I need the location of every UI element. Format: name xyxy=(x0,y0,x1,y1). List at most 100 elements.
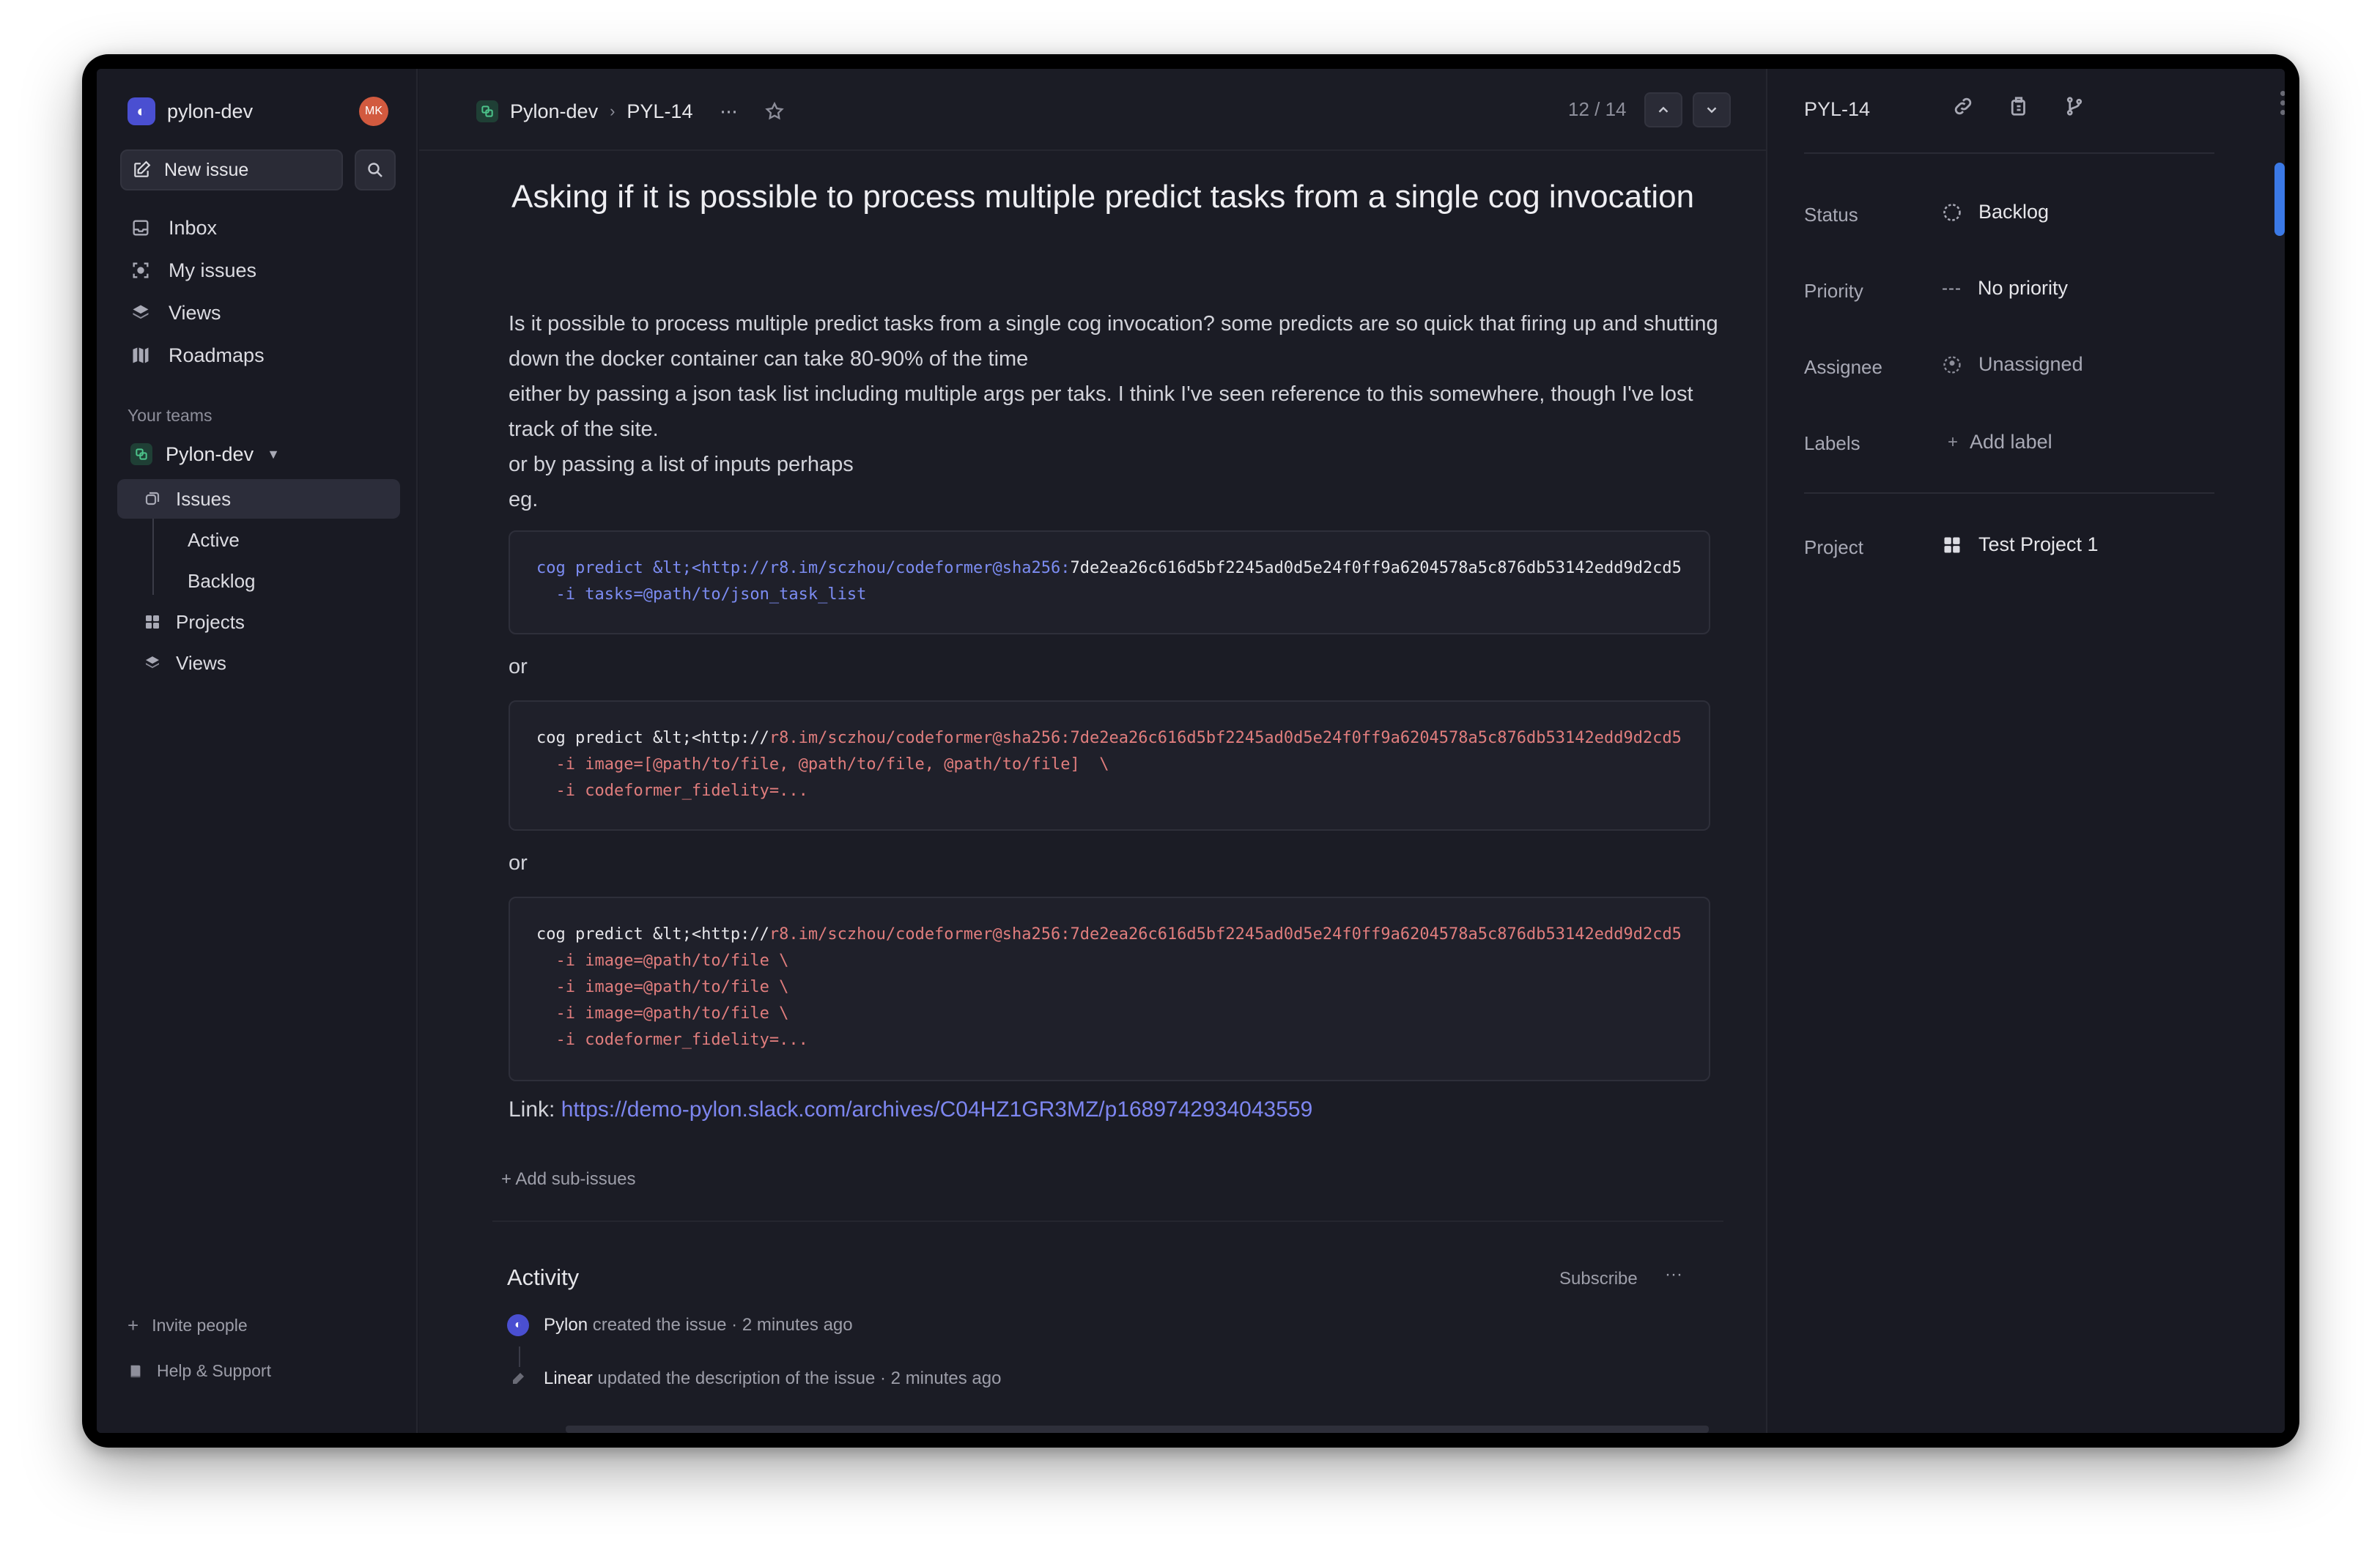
issue-title[interactable]: Asking if it is possible to process mult… xyxy=(511,171,1713,223)
new-issue-button[interactable]: New issue xyxy=(120,149,343,190)
sidebar-item-backlog[interactable]: Backlog xyxy=(117,561,400,601)
activity-heading: Activity xyxy=(507,1264,580,1290)
sidebar-item-team-views[interactable]: Views xyxy=(117,643,400,683)
invite-people-button[interactable]: + Invite people xyxy=(128,1314,248,1337)
breadcrumb-issue-id[interactable]: PYL-14 xyxy=(627,100,692,123)
search-button[interactable] xyxy=(355,149,396,190)
sidebar-item-active[interactable]: Active xyxy=(117,520,400,560)
star-icon[interactable] xyxy=(764,101,785,122)
issue-description[interactable]: Is it possible to process multiple predi… xyxy=(509,306,1725,517)
activity-time: 2 minutes ago xyxy=(890,1368,1002,1388)
sidebar-item-label: Issues xyxy=(176,487,232,510)
code-line: cog predict &lt;<http://r8.im/sczhou/cod… xyxy=(536,555,1709,582)
code-rest: r8.im/sczhou/codeformer@sha256:7de2ea26c… xyxy=(769,729,1682,747)
backlog-status-icon xyxy=(1943,203,1961,221)
sidebar-item-label: Views xyxy=(176,651,226,674)
status-label: Status xyxy=(1804,204,1858,226)
description-paragraph: Is it possible to process multiple predi… xyxy=(509,312,1718,371)
divider xyxy=(1804,492,2214,494)
or-text: or xyxy=(509,851,528,875)
project-text: Test Project 1 xyxy=(1978,533,2099,555)
project-label: Project xyxy=(1804,536,1863,558)
add-sub-issues-button[interactable]: + Add sub-issues xyxy=(501,1169,635,1190)
sidebar-item-inbox[interactable]: Inbox xyxy=(120,207,396,249)
or-text: or xyxy=(509,655,528,678)
sidebar-item-roadmaps[interactable]: Roadmaps xyxy=(120,334,396,377)
my-issues-icon xyxy=(133,262,149,278)
link-row: Link: https://demo-pylon.slack.com/archi… xyxy=(509,1097,1312,1122)
sidebar-item-views[interactable]: Views xyxy=(120,292,396,334)
status-value[interactable]: Backlog xyxy=(1942,201,2049,223)
issue-main: Pylon-dev › PYL-14 ··· 12 / 14 Asking if… xyxy=(419,69,1766,1433)
activity-time: 2 minutes ago xyxy=(742,1315,853,1335)
user-avatar[interactable]: MK xyxy=(359,97,388,126)
sidebar-item-projects[interactable]: Projects xyxy=(117,602,400,642)
code-line: -i image=@path/to/file \ xyxy=(536,1004,789,1023)
code-block-2[interactable]: cog predict &lt;<http://r8.im/sczhou/cod… xyxy=(509,700,1710,831)
priority-text: No priority xyxy=(1977,277,2069,299)
new-issue-label: New issue xyxy=(164,159,249,180)
code-line: -i codeformer_fidelity=... xyxy=(536,782,808,800)
more-options-icon[interactable]: ··· xyxy=(719,99,738,124)
help-support-button[interactable]: Help & Support xyxy=(128,1361,271,1381)
invite-label: Invite people xyxy=(152,1316,248,1335)
activity-actor: Linear xyxy=(544,1368,593,1388)
activity-separator: · xyxy=(731,1315,738,1335)
workspace-logo-icon: ◐ xyxy=(128,97,155,125)
branch-icon[interactable] xyxy=(2063,95,2085,117)
code-hash: 7de2ea26c616d5bf2245ad0d5e24f0ff9a620457… xyxy=(1070,559,1682,577)
sidebar-item-my-issues[interactable]: My issues xyxy=(120,249,396,292)
scrollbar-thumb[interactable] xyxy=(2274,163,2285,236)
subscribe-button[interactable]: Subscribe xyxy=(1559,1269,1638,1289)
team-icon xyxy=(476,100,498,122)
code-block-3[interactable]: cog predict &lt;<http://r8.im/sczhou/cod… xyxy=(509,897,1710,1081)
teams-section-label: Your teams xyxy=(128,406,212,425)
plus-icon: + xyxy=(128,1314,139,1336)
pylon-logo-icon: ◐ xyxy=(507,1314,529,1336)
priority-value[interactable]: --- No priority xyxy=(1942,277,2068,300)
workspace-name: pylon-dev xyxy=(167,100,254,122)
previous-issue-button[interactable] xyxy=(1644,92,1682,127)
status-text: Backlog xyxy=(1978,201,2050,223)
code-block-1[interactable]: cog predict &lt;<http://r8.im/sczhou/cod… xyxy=(509,530,1710,634)
window-menu-icon[interactable] xyxy=(2280,91,2285,115)
code-line: -i tasks=@path/to/json_task_list xyxy=(536,585,867,604)
sidebar-item-label: Inbox xyxy=(169,216,218,239)
unassigned-avatar-icon xyxy=(1943,355,1961,374)
breadcrumb: Pylon-dev › PYL-14 ··· xyxy=(476,95,785,127)
link-icon[interactable] xyxy=(1952,95,1974,117)
details-issue-id: PYL-14 xyxy=(1804,98,1871,120)
sidebar-item-label: Active xyxy=(188,528,240,551)
sidebar-nav: Inbox My issues Views Roadmaps xyxy=(120,207,396,377)
divider xyxy=(1804,152,2214,154)
sidebar: ◐ pylon-dev MK New issue Inbox My issues… xyxy=(97,69,418,1433)
chevron-down-icon xyxy=(1707,107,1717,114)
team-pylon-dev[interactable]: Pylon-dev ▼ xyxy=(120,434,396,475)
sidebar-item-issues[interactable]: Issues xyxy=(117,479,400,519)
timeline-line xyxy=(519,1346,520,1367)
assignee-value[interactable]: Unassigned xyxy=(1942,353,2083,376)
activity-more-icon[interactable]: ··· xyxy=(1665,1264,1682,1285)
code-line: cog predict &lt;<http://r8.im/sczhou/cod… xyxy=(536,725,1709,752)
workspace-switcher[interactable]: ◐ pylon-dev xyxy=(128,95,253,127)
caret-down-icon: ▼ xyxy=(267,446,280,462)
add-label-text: Add label xyxy=(1970,431,2052,453)
add-label-button[interactable]: + Add label xyxy=(1942,431,2052,453)
inbox-icon xyxy=(133,220,149,236)
activity-action: created the issue xyxy=(592,1315,727,1335)
description-paragraph: either by passing a json task list inclu… xyxy=(509,382,1693,441)
map-icon xyxy=(133,347,149,363)
assignee-text: Unassigned xyxy=(1978,353,2083,375)
pencil-icon xyxy=(513,1373,524,1384)
project-value[interactable]: Test Project 1 xyxy=(1942,533,2099,556)
next-issue-button[interactable] xyxy=(1693,92,1731,127)
copy-id-icon[interactable] xyxy=(2008,95,2030,117)
assignee-label: Assignee xyxy=(1804,356,1882,378)
priority-label: Priority xyxy=(1804,280,1863,302)
breadcrumb-team[interactable]: Pylon-dev xyxy=(510,100,598,123)
code-line: -i image=@path/to/file \ xyxy=(536,952,789,970)
slack-link[interactable]: https://demo-pylon.slack.com/archives/C0… xyxy=(561,1097,1313,1122)
layers-icon xyxy=(133,305,149,319)
sidebar-item-label: Backlog xyxy=(188,569,256,592)
description-paragraph: eg. xyxy=(509,488,539,511)
